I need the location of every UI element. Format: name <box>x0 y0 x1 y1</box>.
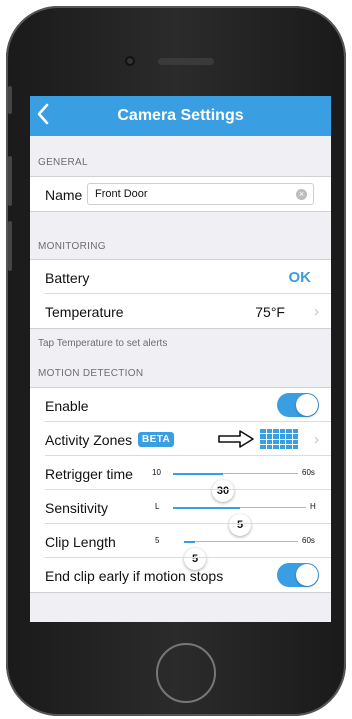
grid-cell <box>260 444 266 449</box>
section-header-general: GENERAL <box>38 157 88 168</box>
activity-zones-label: Activity Zones <box>45 432 133 448</box>
front-camera <box>125 56 135 66</box>
name-value: Front Door <box>95 188 148 200</box>
end-clip-row: End clip early if motion stops <box>30 558 331 592</box>
volume-down-button <box>8 221 12 271</box>
chevron-right-icon: › <box>314 303 319 320</box>
sensitivity-label: Sensitivity <box>45 500 109 516</box>
clip-length-min: 5 <box>155 536 160 545</box>
activity-zones-grid-icon[interactable] <box>260 429 298 449</box>
general-group: Name Front Door × <box>30 176 331 212</box>
enable-label: Enable <box>45 398 89 414</box>
name-label: Name <box>45 187 83 203</box>
retrigger-slider[interactable]: 30 <box>173 472 298 502</box>
temperature-label: Temperature <box>45 304 124 320</box>
earpiece-speaker <box>158 58 214 65</box>
chevron-right-icon: › <box>314 431 319 448</box>
enable-row: Enable <box>30 388 331 422</box>
grid-cell <box>273 439 279 444</box>
sensitivity-row: Sensitivity L 5 H <box>30 490 331 536</box>
grid-cell <box>273 429 279 434</box>
beta-badge: BETA <box>138 432 175 447</box>
toggle-knob <box>296 564 318 586</box>
name-input[interactable]: Front Door × <box>87 183 314 205</box>
enable-toggle[interactable] <box>277 393 319 417</box>
clip-length-row: Clip Length 5 5 60s <box>30 524 331 570</box>
sensitivity-max: H <box>310 502 316 511</box>
retrigger-max: 60s <box>302 468 315 477</box>
retrigger-min: 10 <box>152 468 161 477</box>
battery-label: Battery <box>45 270 90 286</box>
grid-cell <box>292 429 298 434</box>
grid-cell <box>273 434 279 439</box>
retrigger-row: Retrigger time 10 30 60s <box>30 456 331 502</box>
grid-cell <box>286 444 292 449</box>
sensitivity-slider[interactable]: 5 <box>173 506 306 536</box>
clip-length-label: Clip Length <box>45 534 116 550</box>
volume-up-button <box>8 156 12 206</box>
clear-x-icon[interactable]: × <box>296 189 307 200</box>
name-row: Name Front Door × <box>30 177 331 211</box>
end-clip-toggle[interactable] <box>277 563 319 587</box>
grid-cell <box>292 434 298 439</box>
section-header-motion: MOTION DETECTION <box>38 368 144 379</box>
toggle-knob <box>296 394 318 416</box>
grid-cell <box>292 444 298 449</box>
retrigger-fill <box>173 472 223 475</box>
grid-cell <box>266 444 272 449</box>
screen: Camera Settings GENERAL Name Front Door … <box>30 96 331 622</box>
grid-cell <box>279 444 285 449</box>
battery-status: OK <box>288 269 312 286</box>
grid-cell <box>273 444 279 449</box>
retrigger-label: Retrigger time <box>45 466 133 482</box>
grid-cell <box>286 434 292 439</box>
grid-cell <box>260 439 266 444</box>
clip-length-max: 60s <box>302 536 315 545</box>
section-header-monitoring: MONITORING <box>38 241 106 252</box>
battery-row: Battery OK <box>30 260 331 294</box>
temperature-hint: Tap Temperature to set alerts <box>38 338 168 349</box>
end-clip-label: End clip early if motion stops <box>45 568 224 584</box>
grid-cell <box>266 439 272 444</box>
sensitivity-fill <box>173 506 240 509</box>
sensitivity-min: L <box>155 502 160 511</box>
temperature-row[interactable]: Temperature 75°F › <box>30 294 331 328</box>
arrow-right-outline-icon <box>218 430 254 448</box>
grid-cell <box>260 429 266 434</box>
clip-length-slider[interactable]: 5 <box>184 540 298 570</box>
page-title: Camera Settings <box>117 107 244 124</box>
grid-cell <box>279 439 285 444</box>
nav-bar: Camera Settings <box>30 96 331 136</box>
grid-cell <box>279 434 285 439</box>
grid-cell <box>266 434 272 439</box>
grid-cell <box>260 434 266 439</box>
grid-cell <box>292 439 298 444</box>
grid-cell <box>286 429 292 434</box>
grid-cell <box>266 429 272 434</box>
grid-cell <box>286 439 292 444</box>
mute-switch <box>8 86 12 114</box>
home-button[interactable] <box>156 643 216 703</box>
activity-zones-row[interactable]: Activity Zones BETA › <box>30 422 331 456</box>
temperature-value: 75°F <box>255 304 285 320</box>
grid-cell <box>279 429 285 434</box>
monitoring-group: Battery OK Temperature 75°F › <box>30 259 331 329</box>
motion-group: Enable Activity Zones BETA › Retrigger t… <box>30 387 331 593</box>
clip-length-fill <box>184 540 195 543</box>
